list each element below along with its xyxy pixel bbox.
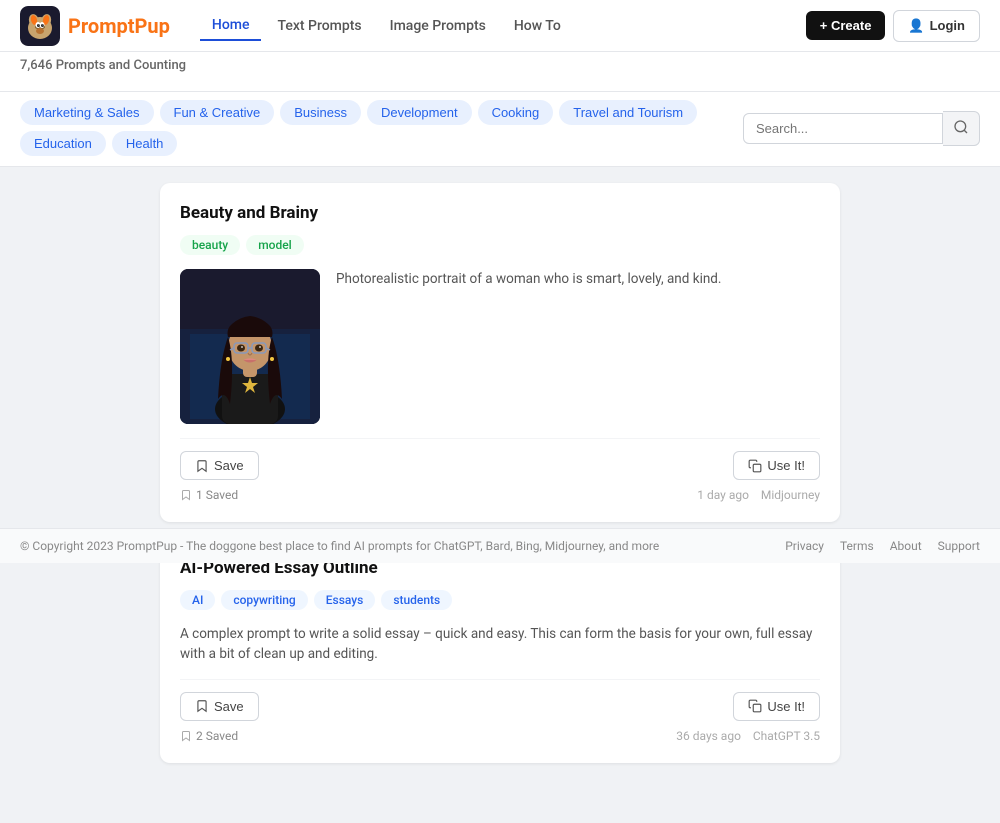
- main-content: Beauty and Brainy beauty model: [0, 167, 1000, 823]
- nav-how-to[interactable]: How To: [502, 12, 573, 40]
- save-button-1[interactable]: Save: [180, 451, 259, 480]
- footer-about[interactable]: About: [890, 539, 922, 553]
- footer-copyright: © Copyright 2023 PromptPup - The doggone…: [20, 539, 659, 553]
- sub-header: 7,646 Prompts and Counting: [0, 52, 1000, 92]
- card-image-1: [180, 269, 320, 424]
- category-fun[interactable]: Fun & Creative: [160, 100, 275, 125]
- card-beauty-brainy: Beauty and Brainy beauty model: [160, 183, 840, 522]
- card-ai-essay: AI-Powered Essay Outline AI copywriting …: [160, 538, 840, 763]
- footer: © Copyright 2023 PromptPup - The doggone…: [0, 528, 1000, 563]
- saved-count-1: 1 Saved: [180, 488, 238, 502]
- nav-image-prompts[interactable]: Image Prompts: [378, 12, 498, 40]
- footer-links: Privacy Terms About Support: [785, 539, 980, 553]
- header: PromptPup Home Text Prompts Image Prompt…: [0, 0, 1000, 52]
- logo-text: PromptPup: [68, 14, 170, 38]
- card-description-2: A complex prompt to write a solid essay …: [180, 624, 820, 665]
- category-travel[interactable]: Travel and Tourism: [559, 100, 697, 125]
- categories-search-row: Marketing & Sales Fun & Creative Busines…: [0, 92, 1000, 167]
- search-input[interactable]: [743, 113, 943, 144]
- copy-icon-1: [748, 459, 762, 473]
- card-tags-1: beauty model: [180, 235, 820, 255]
- header-actions: + Create 👤 Login: [806, 10, 980, 42]
- card-title-1: Beauty and Brainy: [180, 203, 820, 223]
- person-icon: 👤: [908, 18, 924, 34]
- create-button[interactable]: + Create: [806, 11, 886, 40]
- saved-count-2: 2 Saved: [180, 729, 238, 743]
- bookmark-small-icon-1: [180, 489, 192, 501]
- card-tags-2: AI copywriting Essays students: [180, 590, 820, 610]
- category-health[interactable]: Health: [112, 131, 178, 156]
- footer-terms[interactable]: Terms: [840, 539, 874, 553]
- nav-home[interactable]: Home: [200, 11, 262, 41]
- logo-icon: [20, 6, 60, 46]
- bookmark-icon-1: [195, 459, 209, 473]
- category-education[interactable]: Education: [20, 131, 106, 156]
- search-icon: [953, 119, 969, 135]
- logo-area: PromptPup: [20, 6, 170, 46]
- time-platform-1: 1 day ago Midjourney: [697, 488, 820, 502]
- use-button-1[interactable]: Use It!: [733, 451, 820, 480]
- bookmark-small-icon-2: [180, 730, 192, 742]
- copy-icon-2: [748, 699, 762, 713]
- login-button[interactable]: 👤 Login: [893, 10, 980, 42]
- use-button-2[interactable]: Use It!: [733, 692, 820, 721]
- time-platform-2: 36 days ago ChatGPT 3.5: [676, 729, 820, 743]
- category-business[interactable]: Business: [280, 100, 361, 125]
- card-body-2: A complex prompt to write a solid essay …: [180, 624, 820, 665]
- main-nav: Home Text Prompts Image Prompts How To: [200, 11, 806, 41]
- tag-essays[interactable]: Essays: [314, 590, 376, 610]
- search-button[interactable]: [943, 111, 980, 146]
- prompt-count: 7,646 Prompts and Counting: [20, 58, 980, 73]
- card-actions-2: Save Use It!: [180, 679, 820, 721]
- footer-support[interactable]: Support: [938, 539, 980, 553]
- category-marketing[interactable]: Marketing & Sales: [20, 100, 154, 125]
- cards-list: Beauty and Brainy beauty model: [160, 183, 840, 763]
- tag-ai[interactable]: AI: [180, 590, 215, 610]
- tag-model[interactable]: model: [246, 235, 304, 255]
- save-button-2[interactable]: Save: [180, 692, 259, 721]
- category-development[interactable]: Development: [367, 100, 472, 125]
- card-body-1: Photorealistic portrait of a woman who i…: [180, 269, 820, 424]
- card-meta-1: 1 Saved 1 day ago Midjourney: [180, 488, 820, 502]
- footer-privacy[interactable]: Privacy: [785, 539, 824, 553]
- card-description-1: Photorealistic portrait of a woman who i…: [336, 269, 820, 424]
- nav-text-prompts[interactable]: Text Prompts: [265, 12, 373, 40]
- categories: Marketing & Sales Fun & Creative Busines…: [20, 100, 743, 156]
- card-actions-1: Save Use It!: [180, 438, 820, 480]
- tag-copywriting[interactable]: copywriting: [221, 590, 307, 610]
- tag-beauty[interactable]: beauty: [180, 235, 240, 255]
- category-cooking[interactable]: Cooking: [478, 100, 554, 125]
- card-meta-2: 2 Saved 36 days ago ChatGPT 3.5: [180, 729, 820, 743]
- search-area: [743, 111, 980, 146]
- bookmark-icon-2: [195, 699, 209, 713]
- tag-students[interactable]: students: [381, 590, 452, 610]
